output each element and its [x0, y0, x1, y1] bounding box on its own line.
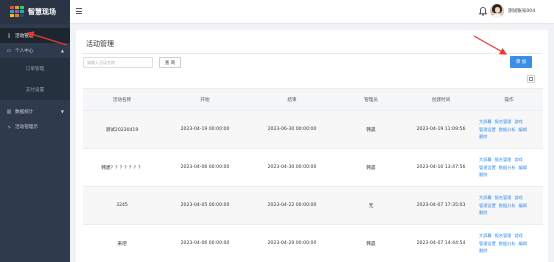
sidebar-subitem-payment[interactable]: 支付设置	[0, 79, 70, 100]
cell-start: 2023-04-06 00:00:00	[180, 241, 230, 246]
cell-end: 2023-06-30 00:00:00	[267, 127, 317, 132]
top-header: 测试账号004	[70, 0, 554, 24]
big-screen-link[interactable]: 大屏幕	[479, 195, 492, 201]
cell-name: 韩建？？？？？？？	[101, 165, 143, 171]
column-header-ops: 操作	[504, 97, 514, 103]
registration-link[interactable]: 报名管理	[495, 119, 512, 125]
sidebar-item-activity-demo[interactable]: ⤷ 活动管理示	[0, 119, 70, 134]
big-screen-link[interactable]: 大屏幕	[479, 119, 492, 125]
sidebar-menu: ▯ 活动管理 ▭ 个人中心 ▲ 订单管理 支付设置 ▥ 数据统计 ▼ ⤷ 活动管…	[0, 28, 70, 134]
cell-ops: 大屏幕 报名管理 游戏 管理设置 数据分析 编辑 删除	[475, 149, 543, 186]
column-header-end: 结束	[287, 97, 297, 103]
divider	[82, 53, 542, 54]
manage-settings-link[interactable]: 管理设置	[479, 241, 496, 247]
data-analysis-link[interactable]: 数据分析	[499, 165, 516, 171]
activity-table: 活动名称 开始 结束 管理员 创建时间 操作 测试20230419 2023-0…	[83, 88, 543, 262]
page-title: 活动管理	[86, 40, 114, 48]
sidebar-item-statistics[interactable]: ▥ 数据统计 ▼	[0, 104, 70, 119]
cell-name: 3245	[116, 203, 128, 208]
cell-admin: 无	[368, 203, 374, 209]
user-card-icon: ▭	[6, 47, 12, 54]
edit-link[interactable]: 编辑	[519, 203, 527, 209]
cell-name: 测试20230419	[105, 127, 139, 133]
cell-admin: 韩晨	[366, 165, 376, 171]
registration-link[interactable]: 报名管理	[495, 233, 512, 239]
cell-end: 2023-04-29 00:00:00	[267, 241, 317, 246]
delete-link[interactable]: 删除	[479, 248, 487, 254]
cell-created: 2023-04-07 17:35:03	[416, 203, 466, 208]
cell-end: 2023-04-22 00:00:00	[267, 203, 317, 208]
manage-settings-link[interactable]: 管理设置	[479, 127, 496, 133]
cell-admin: 韩晨	[366, 127, 376, 133]
table-header: 活动名称 开始 结束 管理员 创建时间 操作	[83, 88, 543, 111]
edit-link[interactable]: 编辑	[519, 165, 527, 171]
game-link[interactable]: 游戏	[514, 157, 522, 163]
avatar[interactable]	[490, 4, 504, 18]
delete-link[interactable]: 删除	[479, 210, 487, 216]
chart-icon: ▥	[6, 108, 12, 115]
sidebar-item-personal-center[interactable]: ▭ 个人中心 ▲	[0, 43, 70, 58]
chevron-up-icon: ▲	[60, 48, 64, 53]
cell-end: 2023-04-30 00:00:00	[267, 165, 317, 170]
big-screen-link[interactable]: 大屏幕	[479, 157, 492, 163]
game-link[interactable]: 游戏	[514, 119, 522, 125]
app-logo[interactable]: 智慧现场	[0, 0, 70, 24]
query-button[interactable]: 查 询	[159, 57, 181, 68]
column-header-admin: 管理员	[364, 97, 378, 103]
data-analysis-link[interactable]: 数据分析	[499, 241, 516, 247]
data-analysis-link[interactable]: 数据分析	[499, 203, 516, 209]
username[interactable]: 测试账号004	[508, 8, 535, 14]
table-row: 3245 2023-04-05 00:00:00 2023-04-22 00:0…	[83, 187, 543, 225]
column-header-name: 活动名称	[112, 97, 132, 103]
edit-link[interactable]: 编辑	[519, 241, 527, 247]
delete-link[interactable]: 删除	[479, 134, 487, 140]
document-icon: ▯	[7, 32, 11, 39]
big-screen-link[interactable]: 大屏幕	[479, 233, 492, 239]
sidebar-item-label: 活动管理	[15, 33, 34, 39]
registration-link[interactable]: 报名管理	[495, 195, 512, 201]
sidebar-item-label: 活动管理示	[15, 124, 38, 130]
table-row: 来吧 2023-04-06 00:00:00 2023-04-29 00:00:…	[83, 225, 543, 262]
data-analysis-link[interactable]: 数据分析	[499, 127, 516, 133]
cell-ops: 大屏幕 报名管理 游戏 管理设置 数据分析 编辑 删除	[475, 111, 543, 148]
edit-link[interactable]: 编辑	[519, 127, 527, 133]
sidebar-item-label: 个人中心	[15, 48, 34, 54]
cell-created: 2023-04-07 14:44:54	[416, 241, 466, 246]
cell-start: 2023-04-06 00:00:00	[180, 165, 230, 170]
column-settings-icon[interactable]	[527, 75, 535, 83]
cell-name: 来吧	[117, 241, 127, 247]
column-header-start: 开始	[200, 97, 210, 103]
sidebar-item-label: 数据统计	[15, 109, 34, 115]
share-icon: ⤷	[7, 123, 11, 130]
game-link[interactable]: 游戏	[514, 195, 522, 201]
main-card: 活动管理 查 询 添 加 活动名称 开始 结束 管理员 创建时间 操作 测试20…	[76, 30, 548, 262]
sidebar-subitem-orders[interactable]: 订单管理	[0, 58, 70, 79]
cell-start: 2023-04-05 00:00:00	[180, 203, 230, 208]
game-link[interactable]: 游戏	[514, 233, 522, 239]
search-input[interactable]	[83, 57, 153, 68]
cell-ops: 大屏幕 报名管理 游戏 管理设置 数据分析 编辑 删除	[475, 225, 543, 262]
add-button[interactable]: 添 加	[510, 56, 532, 68]
manage-settings-link[interactable]: 管理设置	[479, 165, 496, 171]
manage-settings-link[interactable]: 管理设置	[479, 203, 496, 209]
sidebar-item-activity-management[interactable]: ▯ 活动管理	[0, 28, 70, 43]
cell-admin: 韩晨	[366, 241, 376, 247]
registration-link[interactable]: 报名管理	[495, 157, 512, 163]
chevron-down-icon: ▼	[60, 109, 64, 114]
cell-ops: 大屏幕 报名管理 游戏 管理设置 数据分析 编辑 删除	[475, 187, 543, 224]
cell-created: 2023-04-19 11:09:56	[416, 127, 466, 132]
sidebar: 智慧现场 ▯ 活动管理 ▭ 个人中心 ▲ 订单管理 支付设置 ▥ 数据统计 ▼ …	[0, 0, 70, 262]
menu-icon[interactable]	[76, 8, 82, 14]
logo-mark-icon	[10, 6, 24, 18]
cell-start: 2023-04-19 00:00:00	[180, 127, 230, 132]
app-title: 智慧现场	[28, 8, 56, 16]
table-row: 韩建？？？？？？？ 2023-04-06 00:00:00 2023-04-30…	[83, 149, 543, 187]
cell-created: 2023-04-10 13:47:56	[416, 165, 466, 170]
bell-icon[interactable]	[478, 7, 488, 16]
delete-link[interactable]: 删除	[479, 172, 487, 178]
column-header-created: 创建时间	[431, 97, 451, 103]
table-row: 测试20230419 2023-04-19 00:00:00 2023-06-3…	[83, 111, 543, 149]
